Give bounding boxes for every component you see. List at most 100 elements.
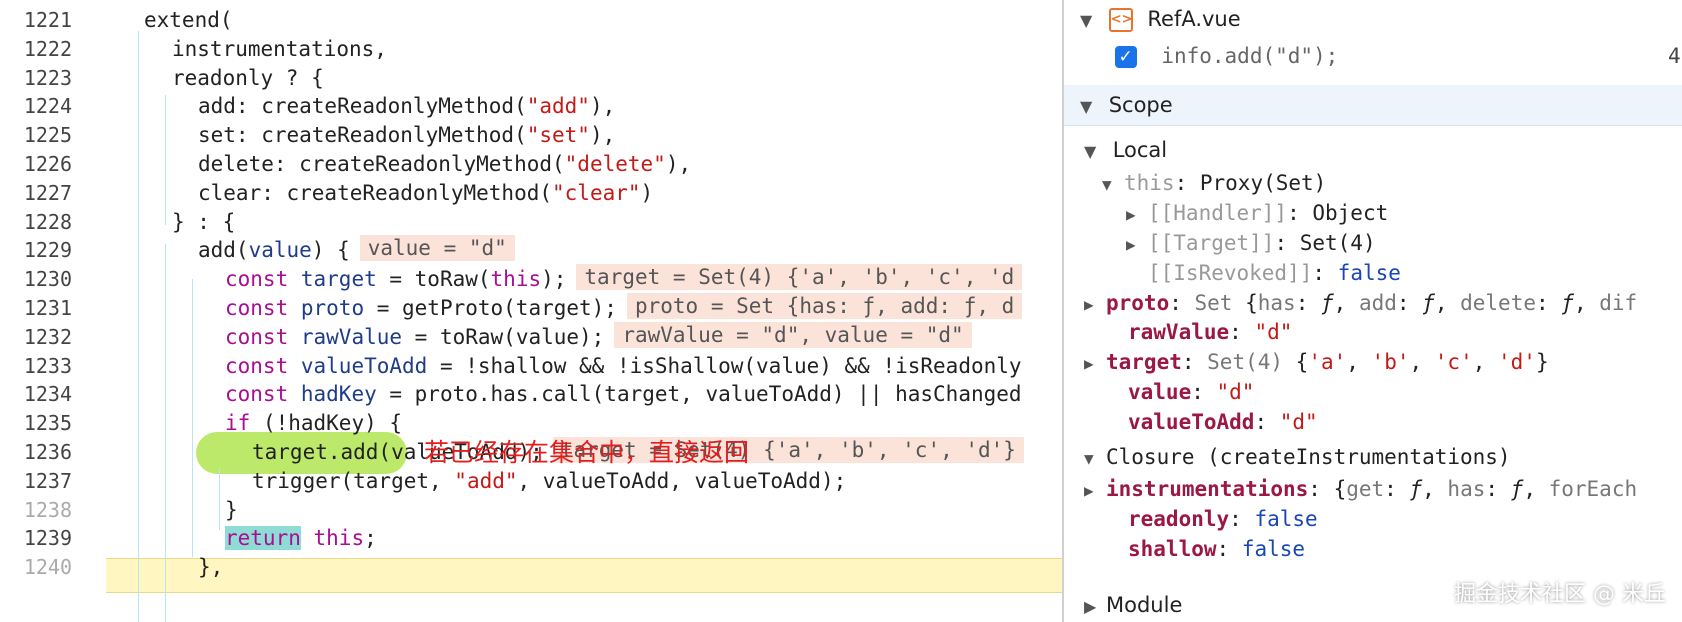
code-token: instrumentations, bbox=[172, 36, 387, 61]
code-token: extend( bbox=[144, 8, 233, 32]
var-preview-tail: dif bbox=[1599, 291, 1638, 315]
line-number[interactable]: 1235 bbox=[0, 408, 72, 439]
line-number[interactable]: 1222 bbox=[0, 34, 72, 65]
code-token: = toRaw(value); bbox=[402, 324, 605, 349]
code-line[interactable]: 1230 const target = toRaw(this); target = … bbox=[0, 264, 1062, 295]
scope-var-rawvalue[interactable]: rawValue: "d" bbox=[1064, 317, 1682, 347]
collapsed-triangle-icon[interactable]: ▶ bbox=[1084, 349, 1106, 379]
code-line[interactable]: 1227 clear: createReadonlyMethod("clear") bbox=[0, 178, 1062, 209]
code-line[interactable]: 1232 const rawValue = toRaw(value); rawVal… bbox=[0, 321, 1062, 353]
code-line[interactable]: 1223 readonly ? { bbox=[0, 63, 1062, 94]
line-number[interactable]: 1239 bbox=[0, 523, 72, 554]
var-value: false bbox=[1254, 507, 1318, 531]
code-token: const bbox=[225, 267, 289, 292]
var-key: shallow bbox=[1128, 537, 1217, 561]
line-number[interactable]: 1223 bbox=[0, 63, 72, 94]
code-token: this bbox=[313, 526, 365, 551]
scope-var-valuetoadd[interactable]: valueToAdd: "d" bbox=[1064, 407, 1682, 437]
breakpoint-item[interactable]: ✓ info.add("d"); 4 bbox=[1064, 41, 1682, 71]
code-line[interactable]: 1222 instrumentations, bbox=[0, 34, 1062, 65]
code-token: = !shallow && !isShallow(value) && !isRe… bbox=[427, 353, 1022, 378]
line-number[interactable]: 1234 bbox=[0, 379, 72, 410]
expanded-triangle-icon[interactable]: ▼ bbox=[1084, 444, 1106, 474]
code-line[interactable]: 1229 add(value) {value = "d" bbox=[0, 235, 1062, 266]
code-line[interactable]: 1225 set: createReadonlyMethod("set"), bbox=[0, 120, 1062, 151]
code-line[interactable]: 1234 const hadKey = proto.has.call(target… bbox=[0, 379, 1062, 410]
line-number[interactable]: 1231 bbox=[0, 293, 72, 324]
expanded-triangle-icon[interactable]: ▼ bbox=[1080, 92, 1102, 122]
code-token: value bbox=[248, 238, 312, 263]
code-token: const bbox=[225, 353, 289, 378]
code-text: instrumentations, bbox=[172, 34, 387, 65]
debugger-sidebar: ▼ <> RefA.vue ✓ info.add("d"); 4 ▼ Scope… bbox=[1064, 0, 1682, 622]
var-value: "d" bbox=[1279, 410, 1318, 434]
code-line[interactable]: 1240}, bbox=[0, 552, 1062, 583]
line-number[interactable]: 1225 bbox=[0, 120, 72, 151]
code-line[interactable]: 1233 const valueToAdd = !shallow && !isSh… bbox=[0, 351, 1062, 382]
code-text: const rawValue = toRaw(value); rawValue =… bbox=[225, 321, 972, 353]
code-token: hadKey bbox=[300, 382, 377, 407]
code-line[interactable]: 1226 delete: createReadonlyMethod("delete… bbox=[0, 149, 1062, 180]
code-line[interactable]: 1231 const proto = getProto(target); proto… bbox=[0, 293, 1062, 324]
code-token: proto bbox=[300, 296, 365, 320]
code-token: this bbox=[490, 267, 542, 292]
scope-var-target[interactable]: ▶ target: Set(4) {'a', 'b', 'c', 'd'} bbox=[1064, 347, 1682, 377]
code-editor[interactable]: 1221 extend( 1222 instrumentations, 1223 read… bbox=[0, 0, 1062, 622]
collapsed-triangle-icon[interactable]: ▶ bbox=[1126, 230, 1148, 260]
watermark: 掘金技术社区 @ 米丘 bbox=[1454, 582, 1666, 607]
code-line[interactable]: 1224 add: createReadonlyMethod("add"), bbox=[0, 91, 1062, 122]
closure-scope-header[interactable]: ▼ Closure (createInstrumentations) bbox=[1064, 442, 1682, 472]
expanded-triangle-icon[interactable]: ▼ bbox=[1084, 137, 1106, 167]
line-number[interactable]: 1240 bbox=[0, 552, 72, 583]
var-key: this bbox=[1124, 171, 1175, 195]
expanded-triangle-icon[interactable]: ▼ bbox=[1080, 6, 1102, 36]
line-number[interactable]: 1227 bbox=[0, 178, 72, 209]
collapsed-triangle-icon[interactable]: ▶ bbox=[1126, 200, 1148, 230]
scope-var-proto[interactable]: ▶ proto: Set {has: ƒ, add: ƒ, delete: ƒ, … bbox=[1064, 288, 1682, 318]
line-number[interactable]: 1224 bbox=[0, 91, 72, 122]
collapsed-triangle-icon[interactable]: ▶ bbox=[1084, 290, 1106, 320]
line-number[interactable]: 1229 bbox=[0, 235, 72, 266]
collapsed-triangle-icon[interactable]: ▶ bbox=[1084, 592, 1106, 622]
line-number[interactable]: 1232 bbox=[0, 322, 72, 353]
scope-var-instrumentations[interactable]: ▶ instrumentations: {get: ƒ, has: ƒ, forE… bbox=[1064, 474, 1682, 504]
line-number[interactable]: 1230 bbox=[0, 264, 72, 295]
code-token: return bbox=[225, 526, 301, 551]
code-line[interactable]: 1221 extend( bbox=[0, 5, 1062, 36]
preview-key: add bbox=[1358, 291, 1397, 315]
code-token: ; bbox=[364, 526, 377, 551]
collapsed-triangle-icon[interactable]: ▶ bbox=[1084, 476, 1106, 506]
code-line[interactable]: 1239 return this; bbox=[0, 523, 1062, 554]
local-scope-header[interactable]: ▼ Local bbox=[1064, 135, 1682, 165]
expanded-triangle-icon[interactable]: ▼ bbox=[1102, 170, 1124, 200]
scope-var-shallow[interactable]: shallow: false bbox=[1064, 534, 1682, 564]
var-key: rawValue bbox=[1128, 320, 1230, 344]
scope-header[interactable]: ▼ Scope bbox=[1064, 85, 1682, 126]
breakpoint-checkbox[interactable]: ✓ bbox=[1114, 46, 1137, 68]
code-token: } bbox=[225, 497, 238, 522]
scope-var-readonly[interactable]: readonly: false bbox=[1064, 504, 1682, 534]
line-number[interactable]: 1237 bbox=[0, 466, 72, 497]
code-token: readonly ? { bbox=[172, 65, 324, 90]
line-number[interactable]: 1226 bbox=[0, 149, 72, 180]
breakpoint-file-row[interactable]: ▼ <> RefA.vue bbox=[1064, 4, 1682, 34]
code-line[interactable]: 1238} bbox=[0, 495, 1062, 526]
preview-value: ƒ bbox=[1422, 291, 1435, 315]
scope-var-value[interactable]: value: "d" bbox=[1064, 377, 1682, 407]
line-number[interactable]: 1221 bbox=[0, 5, 72, 36]
line-number[interactable]: 1236 bbox=[0, 437, 72, 468]
preview-key: get bbox=[1346, 477, 1385, 501]
scope-var-target-internal[interactable]: ▶ [[Target]]: Set(4) bbox=[1064, 228, 1682, 258]
line-number[interactable]: 1238 bbox=[0, 495, 72, 526]
scope-var-this[interactable]: ▼ this: Proxy(Set) bbox=[1064, 168, 1682, 198]
set-item: 'a' bbox=[1308, 350, 1347, 374]
set-item: 'c' bbox=[1434, 350, 1473, 374]
code-text: extend( bbox=[144, 5, 233, 36]
scope-var-handler[interactable]: ▶ [[Handler]]: Object bbox=[1064, 198, 1682, 228]
line-number[interactable]: 1233 bbox=[0, 351, 72, 382]
code-line[interactable]: 1228} : { bbox=[0, 207, 1062, 238]
line-number[interactable]: 1228 bbox=[0, 207, 72, 238]
preview-value: ƒ bbox=[1409, 477, 1423, 501]
var-value: Proxy(Set) bbox=[1199, 171, 1327, 195]
